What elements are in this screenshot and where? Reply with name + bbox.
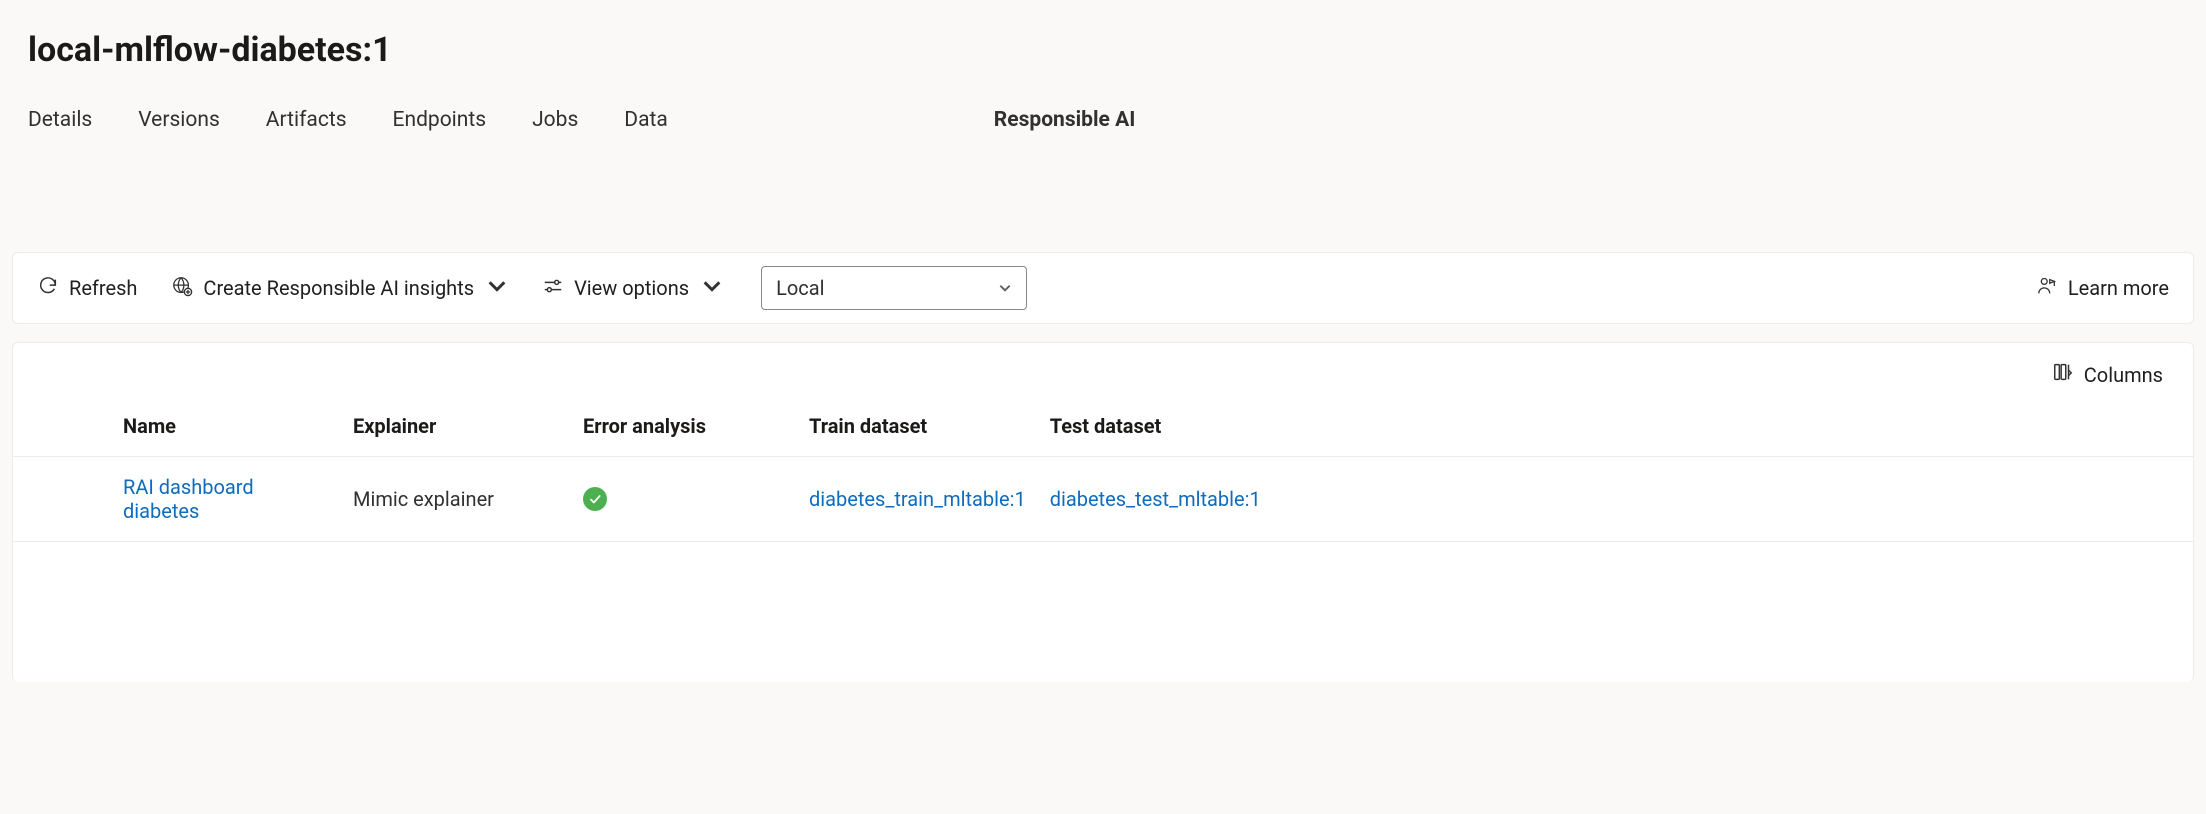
globe-plus-icon (171, 275, 193, 302)
learn-more-button[interactable]: Learn more (2036, 275, 2169, 302)
learn-more-label: Learn more (2068, 276, 2169, 300)
chevron-down-icon (998, 276, 1012, 300)
toolbar: Refresh Create Responsible AI insights (12, 252, 2194, 324)
tab-endpoints[interactable]: Endpoints (393, 108, 487, 142)
scope-dropdown-value: Local (776, 276, 824, 300)
chevron-down-icon (701, 275, 723, 302)
chevron-down-icon (486, 275, 508, 302)
success-status-icon (583, 487, 607, 511)
tab-responsible-ai[interactable]: Responsible AI (994, 108, 1136, 142)
refresh-icon (37, 275, 59, 302)
create-rai-button[interactable]: Create Responsible AI insights (171, 275, 508, 302)
column-header-train-dataset[interactable]: Train dataset (797, 396, 1038, 457)
learn-icon (2036, 275, 2058, 302)
refresh-button[interactable]: Refresh (37, 275, 137, 302)
content-card: Columns Name Explainer Error analysis Tr… (12, 342, 2194, 682)
columns-button[interactable]: Columns (2052, 361, 2163, 388)
table-row: RAI dashboard diabetes Mimic explainer (13, 457, 2193, 542)
column-header-name[interactable]: Name (111, 396, 341, 457)
view-options-button[interactable]: View options (542, 275, 723, 302)
tabs-nav: Details Versions Artifacts Endpoints Job… (0, 90, 2206, 142)
create-rai-label: Create Responsible AI insights (203, 276, 474, 300)
scope-dropdown[interactable]: Local (761, 266, 1027, 310)
refresh-label: Refresh (69, 276, 137, 300)
sliders-icon (542, 275, 564, 302)
tab-versions[interactable]: Versions (138, 108, 220, 142)
test-dataset-link[interactable]: diabetes_test_mltable:1 (1050, 487, 1261, 511)
page-title: local-mlflow-diabetes:1 (0, 20, 2206, 90)
explainer-cell: Mimic explainer (341, 457, 571, 542)
columns-icon (2052, 361, 2074, 388)
tab-details[interactable]: Details (28, 108, 92, 142)
train-dataset-link[interactable]: diabetes_train_mltable:1 (809, 487, 1026, 511)
column-header-test-dataset[interactable]: Test dataset (1038, 396, 2193, 457)
tab-jobs[interactable]: Jobs (532, 108, 578, 142)
columns-label: Columns (2084, 363, 2163, 387)
insight-name-link[interactable]: RAI dashboard diabetes (123, 475, 254, 523)
view-options-label: View options (574, 276, 689, 300)
tab-data[interactable]: Data (624, 108, 668, 142)
insights-table: Name Explainer Error analysis Train data… (13, 396, 2193, 542)
column-header-error-analysis[interactable]: Error analysis (571, 396, 797, 457)
column-header-explainer[interactable]: Explainer (341, 396, 571, 457)
tab-artifacts[interactable]: Artifacts (266, 108, 347, 142)
